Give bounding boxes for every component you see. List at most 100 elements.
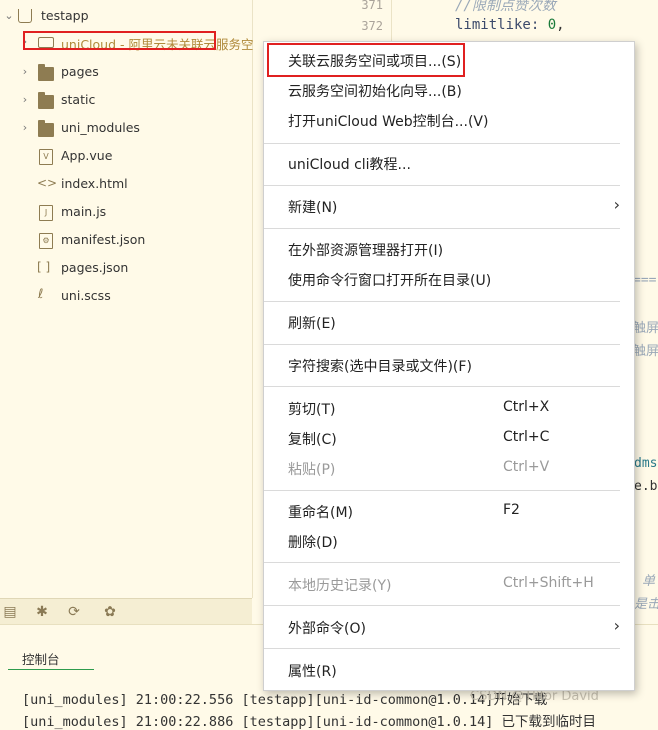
code-fragment: 触屏 <box>633 344 658 359</box>
tree-item-pages[interactable]: › pages <box>0 58 252 86</box>
menu-item-shortcut: F2 <box>503 502 520 518</box>
console-line: [uni_modules] 21:00:22.886 [testapp][uni… <box>22 714 597 730</box>
code-fragment: dms <box>634 456 658 471</box>
menu-item-properties[interactable]: 属性(R) <box>264 655 634 685</box>
menu-separator <box>264 185 620 186</box>
menu-item-label: 云服务空间初始化向导...(B) <box>288 84 462 100</box>
tree-item-label: pages <box>61 64 99 79</box>
console-panel-icon[interactable]: ▤ <box>2 604 18 620</box>
menu-item-label: 字符搜索(选中目录或文件)(F) <box>288 359 472 375</box>
palette-icon[interactable]: ✿ <box>102 604 118 620</box>
menu-item-shortcut: Ctrl+V <box>503 459 550 475</box>
menu-item-search[interactable]: 字符搜索(选中目录或文件)(F) <box>264 350 634 380</box>
menu-separator <box>264 228 620 229</box>
tree-item-label: uni.scss <box>61 288 111 303</box>
project-icon <box>18 9 32 23</box>
tree-item-label: uni_modules <box>61 120 140 135</box>
code-fragment: 单 <box>642 574 656 589</box>
code-number: 0 <box>547 17 557 33</box>
menu-item-copy[interactable]: 复制(C) Ctrl+C <box>264 423 634 453</box>
folder-icon <box>38 120 54 137</box>
tree-item-manifest-json[interactable]: ⚙ manifest.json <box>0 226 252 254</box>
tree-item-index-html[interactable]: <> index.html <box>0 170 252 198</box>
folder-icon <box>38 92 54 109</box>
menu-item-shortcut: Ctrl+X <box>503 399 550 415</box>
tree-item-label: manifest.json <box>61 232 146 247</box>
code-key: limitlike: <box>455 17 548 33</box>
chevron-down-icon[interactable]: ⌄ <box>3 10 15 22</box>
chevron-right-icon[interactable]: › <box>19 94 31 106</box>
project-explorer: ⌄ testapp › uniCloud - 阿里云未关联云服务空间 › pag… <box>0 0 266 598</box>
tree-item-uni-modules[interactable]: › uni_modules <box>0 114 252 142</box>
menu-highlight-box <box>267 43 465 77</box>
project-name: testapp <box>41 8 89 23</box>
menu-item-refresh[interactable]: 刷新(E) <box>264 307 634 337</box>
menu-item-local-history: 本地历史记录(Y) Ctrl+Shift+H <box>264 569 634 599</box>
scss-file-icon: ℓ <box>38 287 44 302</box>
menu-item-label: 属性(R) <box>288 664 337 680</box>
bug-icon[interactable]: ✱ <box>34 604 50 620</box>
tree-item-pages-json[interactable]: [ ] pages.json <box>0 254 252 282</box>
menu-item-open-explorer[interactable]: 在外部资源管理器打开(I) <box>264 234 634 264</box>
menu-item-shortcut: Ctrl+Shift+H <box>503 575 594 591</box>
js-file-icon: J <box>39 205 53 221</box>
menu-item-open-terminal[interactable]: 使用命令行窗口打开所在目录(U) <box>264 264 634 294</box>
tab-underline <box>8 669 94 670</box>
menu-separator <box>264 562 620 563</box>
menu-separator <box>264 605 620 606</box>
tree-item-main-js[interactable]: J main.js <box>0 198 252 226</box>
menu-separator <box>264 490 620 491</box>
chevron-right-icon: › <box>613 616 620 635</box>
code-fragment: 是击 <box>634 597 658 612</box>
menu-item-paste: 粘贴(P) Ctrl+V <box>264 453 634 483</box>
vue-file-icon: V <box>39 149 53 165</box>
menu-item-label: 删除(D) <box>288 535 338 551</box>
chevron-right-icon[interactable]: › <box>19 66 31 78</box>
tree-item-label: index.html <box>61 176 128 191</box>
menu-item-label: 刷新(E) <box>288 316 336 332</box>
menu-item-init-wizard[interactable]: 云服务空间初始化向导...(B) <box>264 75 634 105</box>
menu-item-label: 剪切(T) <box>288 402 336 418</box>
tree-item-app-vue[interactable]: V App.vue <box>0 142 252 170</box>
manifest-file-icon: ⚙ <box>39 233 53 249</box>
html-file-icon: <> <box>37 176 58 190</box>
unicloud-highlight-box <box>23 31 216 50</box>
menu-separator <box>264 301 620 302</box>
tree-item-static[interactable]: › static <box>0 86 252 114</box>
watermark: CSDN @Tlifor David <box>470 689 599 704</box>
menu-separator <box>264 143 620 144</box>
chevron-right-icon: › <box>613 195 620 214</box>
menu-item-label: 重命名(M) <box>288 505 354 521</box>
refresh-icon[interactable]: ⟳ <box>66 604 82 620</box>
code-line: limitlike: 0, <box>455 17 565 33</box>
menu-item-rename[interactable]: 重命名(M) F2 <box>264 496 634 526</box>
menu-item-new[interactable]: 新建(N) › <box>264 191 634 221</box>
menu-item-external-commands[interactable]: 外部命令(O) › <box>264 612 634 642</box>
tree-item-label: pages.json <box>61 260 129 275</box>
menu-item-label: uniCloud cli教程... <box>288 157 411 173</box>
context-menu: 关联云服务空间或项目...(S) 云服务空间初始化向导...(B) 打开uniC… <box>263 41 635 691</box>
code-fragment: === <box>633 273 657 288</box>
menu-item-label: 粘贴(P) <box>288 462 336 478</box>
menu-item-label: 在外部资源管理器打开(I) <box>288 243 444 259</box>
menu-item-label: 本地历史记录(Y) <box>288 578 392 594</box>
menu-item-delete[interactable]: 删除(D) <box>264 526 634 556</box>
chevron-right-icon[interactable]: › <box>19 122 31 134</box>
tree-item-label: static <box>61 92 96 107</box>
menu-item-label: 打开uniCloud Web控制台...(V) <box>288 114 489 130</box>
json-file-icon: [ ] <box>37 260 51 274</box>
bottom-toolbar: ▤ ✱ ⟳ ✿ <box>0 598 252 625</box>
menu-item-cli-tutorial[interactable]: uniCloud cli教程... <box>264 148 634 178</box>
menu-item-cut[interactable]: 剪切(T) Ctrl+X <box>264 393 634 423</box>
tab-console[interactable]: 控制台 <box>22 649 60 668</box>
menu-item-label: 使用命令行窗口打开所在目录(U) <box>288 273 492 289</box>
menu-item-web-console[interactable]: 打开uniCloud Web控制台...(V) <box>264 105 634 135</box>
menu-separator <box>264 386 620 387</box>
tree-item-uni-scss[interactable]: ℓ uni.scss <box>0 282 252 310</box>
menu-item-label: 新建(N) <box>288 200 338 216</box>
code-comment: //限制点赞次数 <box>455 0 556 14</box>
line-number: 371 <box>361 0 383 12</box>
project-root[interactable]: ⌄ testapp <box>0 2 252 30</box>
code-fragment: e.ba <box>634 479 658 494</box>
tree-item-label: App.vue <box>61 148 113 163</box>
